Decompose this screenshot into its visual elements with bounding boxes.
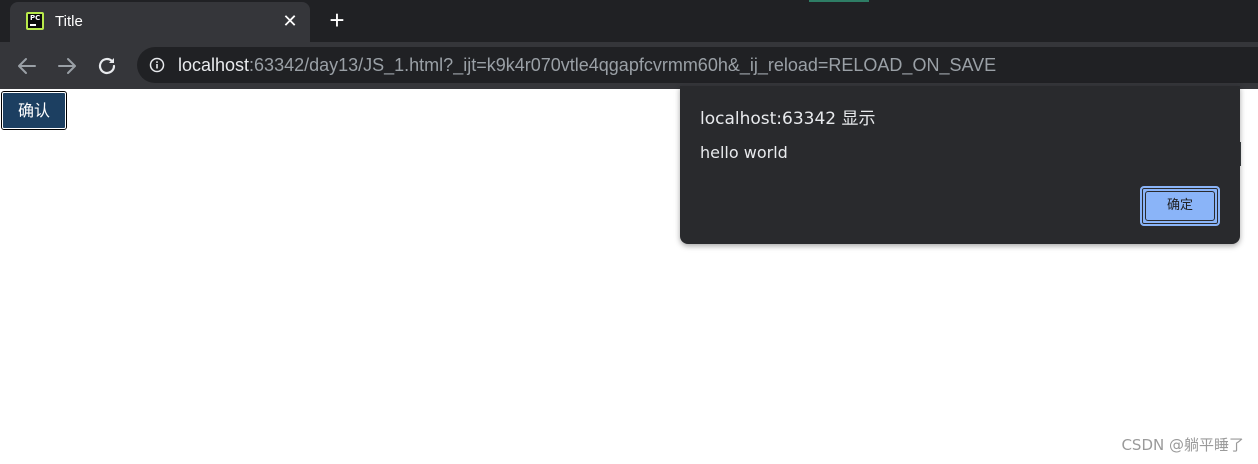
dialog-message: hello world — [700, 143, 788, 162]
url-host: localhost — [178, 55, 250, 75]
tab-strip: PC Title ✕ + — [0, 0, 1258, 42]
browser-tab[interactable]: PC Title ✕ — [10, 2, 310, 42]
reload-icon — [98, 57, 116, 75]
dialog-title: localhost:63342 显示 — [700, 109, 876, 129]
address-bar[interactable]: localhost:63342/day13/JS_1.html?_ijt=k9k… — [137, 47, 1258, 83]
info-circle-icon[interactable] — [149, 57, 165, 73]
watermark: CSDN @躺平睡了 — [1121, 436, 1244, 454]
back-button[interactable] — [15, 54, 39, 78]
browser-chrome: PC Title ✕ + localhost:63342/day13/JS_1.… — [0, 0, 1258, 89]
arrow-right-icon — [58, 58, 76, 74]
browser-toolbar: localhost:63342/day13/JS_1.html?_ijt=k9k… — [0, 42, 1258, 89]
confirm-button[interactable]: 确认 — [1, 91, 67, 130]
url-path: :63342/day13/JS_1.html?_ijt=k9k4r070vtle… — [249, 55, 997, 75]
new-tab-button[interactable]: + — [326, 7, 348, 33]
tab-title: Title — [55, 13, 83, 30]
tab-strip-indicator — [809, 0, 869, 2]
alert-dialog: localhost:63342 显示 hello world 确定 — [680, 86, 1240, 244]
dialog-ok-button[interactable]: 确定 — [1140, 186, 1220, 226]
url-text[interactable]: localhost:63342/day13/JS_1.html?_ijt=k9k… — [178, 55, 996, 75]
forward-button[interactable] — [55, 54, 79, 78]
dialog-ok-focus-ring — [1145, 191, 1215, 221]
page-divider — [1240, 142, 1241, 166]
arrow-left-icon — [18, 58, 36, 74]
reload-button[interactable] — [95, 54, 119, 78]
tab-close-icon[interactable]: ✕ — [280, 11, 300, 31]
pycharm-icon: PC — [26, 12, 44, 30]
